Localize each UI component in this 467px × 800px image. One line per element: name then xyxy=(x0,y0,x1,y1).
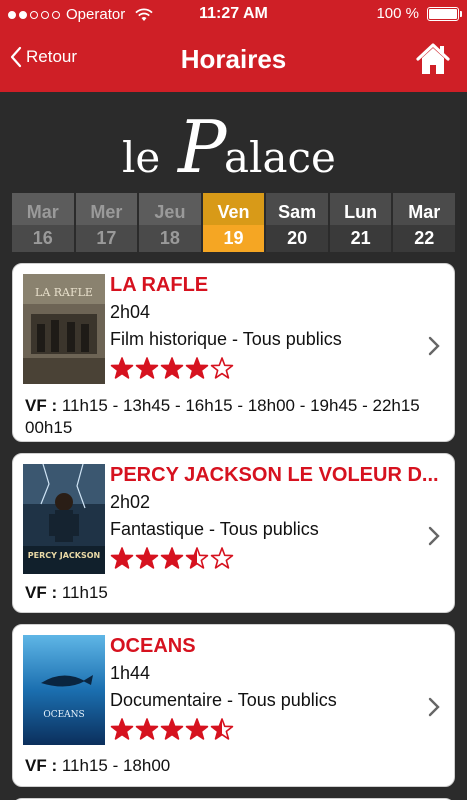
film-duration: 2h02 xyxy=(110,492,151,512)
svg-text:P: P xyxy=(176,106,228,186)
day-tab[interactable]: Mar 22 xyxy=(393,193,456,253)
home-icon[interactable] xyxy=(415,42,451,76)
showtimes: VF : 11h15 xyxy=(25,582,450,604)
version-label: VF : xyxy=(25,756,58,775)
film-genre: Film historique - Tous publics xyxy=(110,329,342,349)
day-number: 19 xyxy=(202,225,265,252)
status-right: 100 % xyxy=(376,5,462,22)
day-number: 21 xyxy=(329,225,392,252)
version-label: VF : xyxy=(25,396,58,415)
day-tab[interactable]: Sam 20 xyxy=(266,193,328,253)
svg-text:alace: alace xyxy=(224,133,336,182)
day-name: Mar xyxy=(393,193,456,225)
star-outline xyxy=(210,357,234,379)
day-tab[interactable]: Jeu 18 xyxy=(139,193,201,253)
svg-text:PERCY JACKSON: PERCY JACKSON xyxy=(28,551,100,560)
film-duration: 1h44 xyxy=(110,663,151,683)
day-tab[interactable]: Lun 21 xyxy=(329,193,392,253)
rating-stars xyxy=(110,718,234,740)
rating-stars xyxy=(110,357,234,379)
chevron-right-icon xyxy=(428,526,440,546)
day-tab[interactable]: Mar 16 xyxy=(12,193,74,253)
day-name: Lun xyxy=(329,193,392,225)
battery-icon xyxy=(427,6,462,21)
rating-stars xyxy=(110,547,234,569)
navigation-bar: Retour Horaires xyxy=(0,30,467,92)
film-card-percy-jackson[interactable]: PERCY JACKSON PERCY JACKSON LE VOLEUR D.… xyxy=(12,453,455,613)
page-title: Horaires xyxy=(180,44,287,74)
logo-area: le P alace xyxy=(0,92,467,192)
version-label: VF : xyxy=(25,583,58,602)
day-number: 20 xyxy=(266,225,328,252)
film-title: LA RAFLE xyxy=(110,274,209,296)
showtimes-list: 11h15 - 13h45 - 16h15 - 18h00 - 19h45 - … xyxy=(61,396,420,415)
showtimes: VF : 11h15 - 18h00 xyxy=(25,755,450,777)
svg-text:LA RAFLE: LA RAFLE xyxy=(35,286,93,299)
film-title: PERCY JACKSON LE VOLEUR D... xyxy=(110,464,439,486)
film-card-la-rafle[interactable]: LA RAFLE LA RAFLE 2h04 Film historique -… xyxy=(12,263,455,442)
star-outline xyxy=(210,547,234,569)
film-poster: LA RAFLE xyxy=(23,274,105,384)
film-genre: Documentaire - Tous publics xyxy=(110,690,337,710)
showtimes-list: 11h15 xyxy=(61,583,108,602)
day-name: Mar xyxy=(12,193,74,225)
battery-level xyxy=(429,8,457,19)
film-duration: 2h04 xyxy=(110,302,151,322)
day-tab[interactable]: Ven 19 xyxy=(202,193,265,253)
svg-text:OCEANS: OCEANS xyxy=(43,710,84,720)
film-poster: PERCY JACKSON xyxy=(23,464,105,574)
day-name: Mer xyxy=(75,193,138,225)
film-poster: OCEANS xyxy=(23,635,105,745)
film-card-oceans[interactable]: OCEANS OCEANS 1h44 Documentaire - Tous p… xyxy=(12,624,455,787)
chevron-right-icon xyxy=(428,697,440,717)
chevron-right-icon xyxy=(428,336,440,356)
day-number: 18 xyxy=(139,225,201,252)
showtimes-list: 11h15 - 18h00 xyxy=(61,756,171,775)
film-title: OCEANS xyxy=(110,635,196,657)
day-number: 22 xyxy=(393,225,456,252)
showtimes: VF : 11h15 - 13h45 - 16h15 - 18h00 - 19h… xyxy=(25,395,450,439)
day-name: Jeu xyxy=(139,193,201,225)
day-number: 16 xyxy=(12,225,74,252)
day-name: Ven xyxy=(202,193,265,225)
day-tab[interactable]: Mer 17 xyxy=(75,193,138,253)
le-palace-logo: le P alace xyxy=(122,106,336,186)
battery-percent: 100 % xyxy=(376,5,419,22)
svg-text:le: le xyxy=(122,133,160,182)
day-number: 17 xyxy=(75,225,138,252)
date-selector: Mar 16 Mer 17 Jeu 18 Ven 19 Sam 20 Lun 21 Mar 22 xyxy=(12,193,456,253)
showtimes-list-continued: 00h15 xyxy=(25,418,73,437)
film-genre: Fantastique - Tous publics xyxy=(110,519,319,539)
day-name: Sam xyxy=(266,193,328,225)
status-bar: Operator 11:27 AM 100 % xyxy=(0,0,467,30)
